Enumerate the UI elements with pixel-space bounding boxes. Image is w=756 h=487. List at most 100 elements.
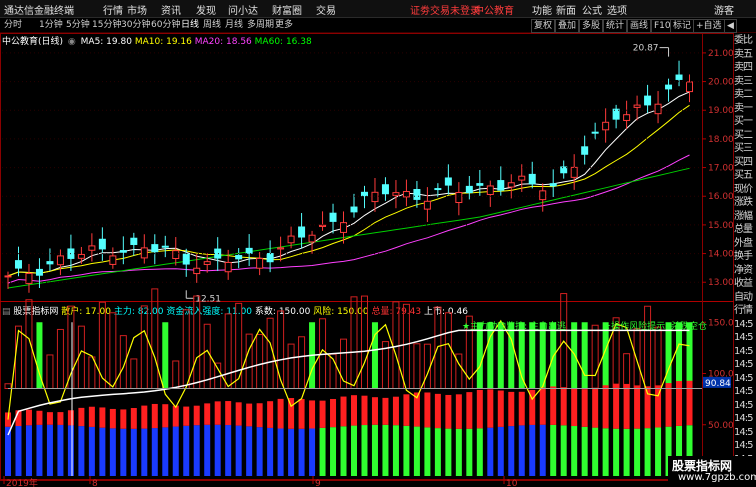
green-signal-bar (571, 322, 578, 389)
top-bar (487, 389, 494, 428)
top-bar (539, 387, 546, 425)
top-bar (246, 403, 253, 427)
side-panel-item[interactable]: 总量 (734, 223, 756, 236)
side-panel-item[interactable]: 买一 (734, 115, 756, 128)
side-panel-item[interactable]: 买三 (734, 142, 756, 155)
green-signal-bar (581, 322, 588, 389)
top-bar (57, 412, 64, 425)
top-bar (634, 385, 641, 429)
top-bar (592, 387, 599, 428)
base-bar (623, 428, 630, 476)
side-panel-item[interactable]: 卖三 (734, 75, 756, 88)
side-panel-item[interactable]: 现价 (734, 183, 756, 196)
red-outline-bar (423, 343, 431, 390)
date-label: 9 (315, 479, 321, 487)
side-panel-item[interactable]: 外盘 (734, 237, 756, 250)
price-tick-label: 13.00 (708, 278, 734, 288)
candle-body (77, 253, 85, 259)
base-bar (560, 425, 567, 476)
side-panel-item[interactable]: 买五 (734, 169, 756, 182)
side-panel-item[interactable]: 卖四 (734, 61, 756, 74)
ma5-line (7, 91, 690, 277)
side-panel-item[interactable]: 14:5 (734, 412, 756, 425)
red-outline-bar (298, 336, 306, 390)
side-panel-item[interactable]: 14:5 (734, 318, 756, 331)
side-panel-item[interactable]: 14:5 (734, 358, 756, 371)
red-outline-bar (392, 301, 400, 389)
base-bar (214, 424, 221, 476)
candle-body (654, 103, 662, 115)
candle-body (665, 84, 673, 90)
side-panel-item[interactable]: 涨跌 (734, 196, 756, 209)
price-tick-label: 16.00 (708, 192, 734, 202)
chart-canvas[interactable]: 21.00 20.00 19.00 18.00 17.00 16.00 15.00 14.00… (0, 0, 756, 487)
top-bar (466, 392, 473, 429)
side-panel-item[interactable]: 14:5 (734, 372, 756, 385)
candle-body (581, 146, 589, 155)
base-bar (455, 428, 462, 476)
side-panel-item[interactable]: 卖一 (734, 102, 756, 115)
candle-body (203, 261, 211, 265)
top-bar (36, 410, 43, 425)
side-panel-item[interactable]: 行情 (734, 304, 756, 317)
side-panel-item[interactable]: 净资 (734, 264, 756, 277)
candle-body (360, 191, 368, 197)
side-panel-item[interactable]: 买二 (734, 129, 756, 142)
base-bar (225, 425, 232, 476)
base-bar (371, 424, 378, 476)
base-bar (25, 425, 32, 476)
base-bar (309, 428, 316, 476)
red-outline-bar (182, 309, 190, 390)
side-panel-item[interactable]: 14:5 (734, 439, 756, 452)
side-panel-item[interactable]: 收益 (734, 277, 756, 290)
top-bar (225, 401, 232, 426)
top-bar (382, 397, 389, 425)
top-bar (445, 394, 452, 429)
base-bar (392, 425, 399, 476)
green-signal-bar (529, 322, 536, 389)
top-bar (581, 389, 588, 427)
base-bar (613, 428, 620, 476)
candle-body (465, 185, 473, 194)
candle-body (119, 250, 127, 253)
base-bar (330, 427, 337, 476)
candle-body (476, 183, 484, 186)
side-panel-item[interactable]: 14:5 (734, 399, 756, 412)
candle-body (140, 247, 148, 259)
side-panel-item[interactable]: 卖二 (734, 88, 756, 101)
candle-body (507, 182, 515, 188)
red-outline-bar (4, 383, 12, 389)
base-bar (256, 427, 263, 476)
red-outline-bar (140, 305, 148, 389)
side-panel-item[interactable]: 委比 (734, 34, 756, 47)
top-bar (309, 400, 316, 429)
side-panel-item[interactable]: 14:5 (734, 385, 756, 398)
red-outline-bar (444, 312, 452, 389)
top-bar (67, 410, 74, 426)
green-signal-bar (539, 322, 546, 389)
candle-body (235, 255, 243, 260)
top-bar (319, 400, 326, 428)
side-panel-item[interactable]: 卖五 (734, 48, 756, 61)
top-bar (340, 396, 347, 427)
side-panel-item[interactable]: 14:5 (734, 331, 756, 344)
candle-body (88, 245, 96, 251)
side-panel-item[interactable]: 14:5 (734, 426, 756, 439)
side-panel-item[interactable]: 14:5 (734, 345, 756, 358)
candle-body (518, 175, 526, 181)
side-panel-item[interactable]: 自动 (734, 291, 756, 304)
quote-side-panel: 委比 卖五 卖四 卖三 卖二 卖一 买一 买二 买三 买四 买五 现价 涨跌 涨幅 总量 外盘 换手 净资 收益 自动… (734, 34, 756, 465)
side-panel-item[interactable]: 涨幅 (734, 210, 756, 223)
top-bar (130, 408, 137, 429)
side-panel-item[interactable]: 买四 (734, 156, 756, 169)
candle-body (319, 224, 327, 227)
base-bar (655, 427, 662, 476)
base-bar (183, 425, 190, 476)
candle-body (486, 185, 494, 195)
top-bar (392, 396, 399, 426)
green-signal-bar (665, 322, 672, 389)
base-bar (382, 424, 389, 476)
site-watermark: 股票指标网 www.7gpzb.com (668, 456, 756, 487)
side-panel-item[interactable]: 换手 (734, 250, 756, 263)
base-bar (99, 427, 106, 476)
